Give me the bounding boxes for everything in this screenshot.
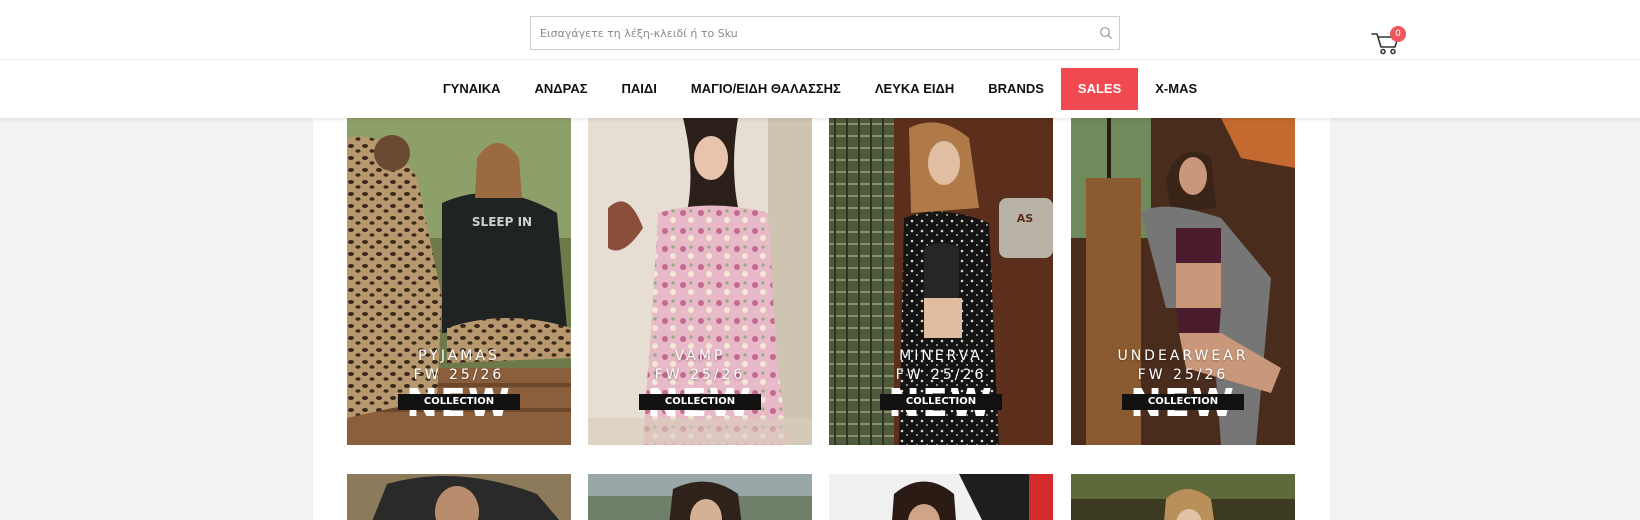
svg-text:AS: AS [1017, 212, 1034, 225]
collection-image [588, 474, 812, 520]
top-header: 0 [0, 0, 1640, 60]
collection-card-minerva[interactable]: AS MINERVA FW 25/26 NEW COLLECTION [829, 118, 1053, 445]
collection-card-row2-2[interactable] [588, 474, 812, 520]
nav-item-kids[interactable]: ΠΑΙΔΙ [605, 68, 674, 110]
collection-name: MINERVA [899, 348, 983, 364]
collection-card-vamp[interactable]: VAMP FW 25/26 NEW COLLECTION [588, 118, 812, 445]
collections-grid: SLEEP IN PYJAMAS FW 25/26 NEW COLLECTION [313, 118, 1330, 520]
cart-count-badge: 0 [1390, 26, 1406, 42]
collection-title: VAMP FW 25/26 [588, 347, 812, 385]
nav-item-swimwear[interactable]: ΜΑΓΙΟ/ΕΙΔΗ ΘΑΛΑΣΣΗΣ [674, 68, 858, 110]
nav-item-men[interactable]: ΑΝΔΡΑΣ [518, 68, 605, 110]
search-input[interactable] [531, 17, 1091, 49]
search-icon[interactable] [1099, 26, 1113, 40]
nav-item-brands[interactable]: BRANDS [971, 68, 1061, 110]
new-collection-badge: NEW COLLECTION [588, 384, 812, 422]
new-collection-badge: NEW COLLECTION [347, 384, 571, 422]
collection-card-row2-1[interactable] [347, 474, 571, 520]
collection-card-pyjamas[interactable]: SLEEP IN PYJAMAS FW 25/26 NEW COLLECTION [347, 118, 571, 445]
main-navigation-bar: ΓΥΝΑΙΚΑ ΑΝΔΡΑΣ ΠΑΙΔΙ ΜΑΓΙΟ/ΕΙΔΗ ΘΑΛΑΣΣΗΣ… [0, 60, 1640, 118]
main-nav: ΓΥΝΑΙΚΑ ΑΝΔΡΑΣ ΠΑΙΔΙ ΜΑΓΙΟ/ΕΙΔΗ ΘΑΛΑΣΣΗΣ… [0, 60, 1640, 118]
nav-item-linen[interactable]: ΛΕΥΚΑ ΕΙΔΗ [858, 68, 971, 110]
badge-collection-text: COLLECTION [880, 394, 1002, 410]
collection-name: PYJAMAS [418, 348, 500, 364]
collection-title: MINERVA FW 25/26 [829, 347, 1053, 385]
badge-collection-text: COLLECTION [398, 394, 520, 410]
collection-image [1071, 474, 1295, 520]
collection-image [829, 474, 1053, 520]
nav-item-xmas[interactable]: X-MAS [1138, 68, 1214, 110]
svg-text:SLEEP IN: SLEEP IN [472, 215, 532, 229]
collection-card-row2-4[interactable] [1071, 474, 1295, 520]
search-box[interactable] [530, 16, 1120, 50]
collection-card-row2-3[interactable] [829, 474, 1053, 520]
collection-image [347, 474, 571, 520]
collection-name: VAMP [674, 348, 726, 364]
badge-collection-text: COLLECTION [1122, 394, 1244, 410]
new-collection-badge: NEW COLLECTION [1071, 384, 1295, 422]
nav-item-women[interactable]: ΓΥΝΑΙΚΑ [426, 68, 518, 110]
collection-name: UNDEARWEAR [1117, 348, 1249, 364]
badge-collection-text: COLLECTION [639, 394, 761, 410]
new-collection-badge: NEW COLLECTION [829, 384, 1053, 422]
nav-item-sales[interactable]: SALES [1060, 68, 1139, 110]
collection-title: UNDEARWEAR FW 25/26 [1071, 347, 1295, 385]
collection-card-underwear[interactable]: UNDEARWEAR FW 25/26 NEW COLLECTION [1071, 118, 1295, 445]
collection-title: PYJAMAS FW 25/26 [347, 347, 571, 385]
